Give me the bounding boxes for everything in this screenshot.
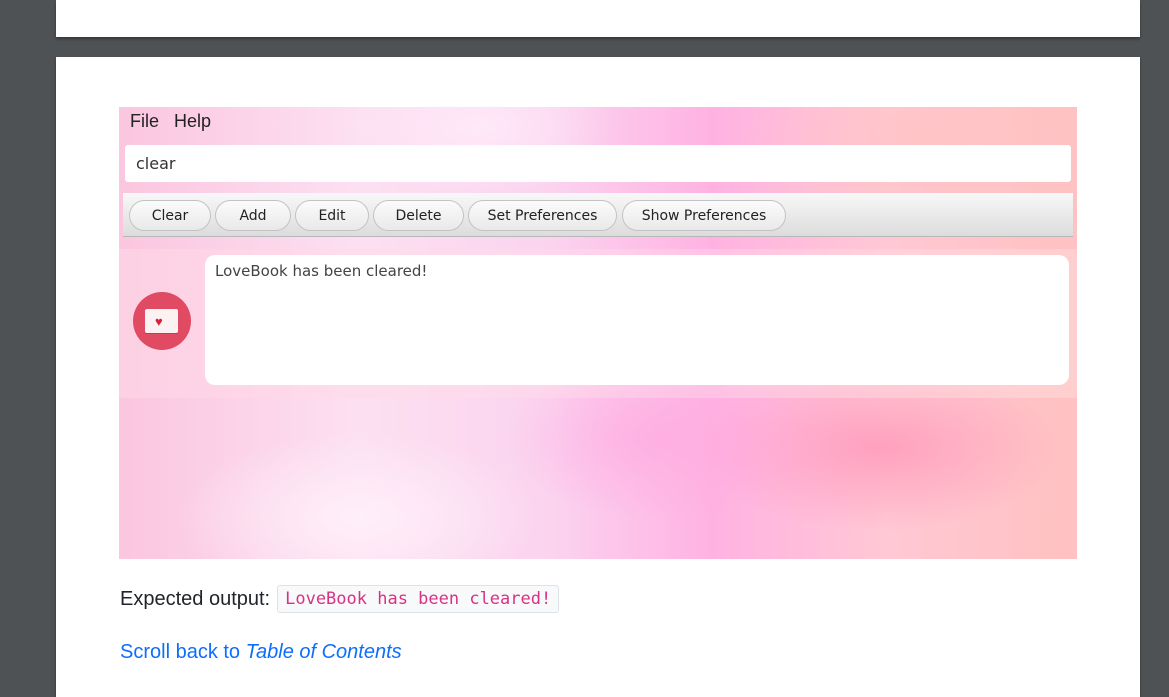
clear-button[interactable]: Clear [129, 200, 211, 231]
command-input[interactable]: clear [125, 145, 1071, 182]
delete-button[interactable]: Delete [373, 200, 464, 231]
guide-section-card: File Help clear Clear Add Edit Delete Se… [56, 57, 1140, 697]
menu-bar: File Help [119, 107, 1077, 135]
expected-output: Expected output: LoveBook has been clear… [120, 585, 560, 613]
set-preferences-button[interactable]: Set Preferences [468, 200, 617, 231]
result-panel: ♥ LoveBook has been cleared! [119, 249, 1077, 398]
expected-output-label: Expected output: [120, 587, 271, 610]
command-toolbar: Clear Add Edit Delete Set Preferences Sh… [123, 193, 1073, 237]
expected-output-code: LoveBook has been cleared! [277, 585, 560, 613]
menu-help[interactable]: Help [174, 111, 211, 132]
heart-icon: ♥ [155, 314, 163, 329]
add-button[interactable]: Add [215, 200, 291, 231]
show-preferences-button[interactable]: Show Preferences [622, 200, 786, 231]
back-link-target[interactable]: Table of Contents [246, 641, 402, 663]
back-to-toc-link[interactable]: Scroll back to Table of Contents [120, 641, 402, 664]
envelope-icon: ♥ [145, 309, 178, 333]
edit-button[interactable]: Edit [295, 200, 369, 231]
app-screenshot: File Help clear Clear Add Edit Delete Se… [119, 107, 1077, 559]
back-link-prefix[interactable]: Scroll back to [120, 641, 240, 663]
previous-section-card [56, 0, 1140, 37]
love-letter-icon: ♥ [133, 292, 191, 350]
result-message: LoveBook has been cleared! [205, 255, 1069, 385]
menu-file[interactable]: File [130, 111, 159, 132]
